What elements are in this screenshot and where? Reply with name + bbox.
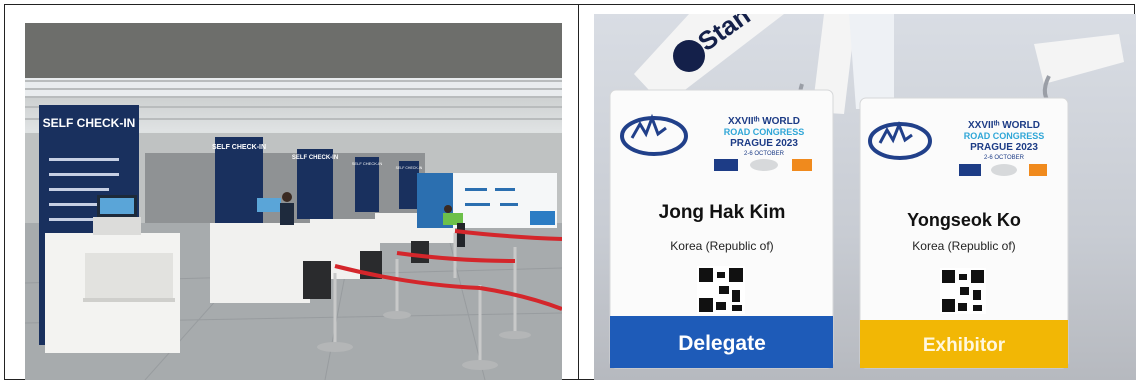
third-sign-title: SELF CHECK-IN	[292, 155, 338, 161]
event-dates: 2-6 OCTOBER	[744, 151, 785, 157]
self-checkin-photo: SELF CHECK-IN SELF CHECK-IN SELF CHECK-I…	[25, 23, 562, 380]
event-title-2-b2: ROAD CONGRESS	[964, 131, 1045, 141]
badge-2-qr-code	[940, 268, 986, 314]
badge-1-qr-code	[697, 266, 745, 314]
badges-scene: Stan XXVIIᵗʰ WORLD ROAD CONGRESS PRAGUE …	[609, 14, 1124, 369]
event-title: XXVIIᵗʰ WORLD	[728, 116, 800, 127]
event-dates-b2: 2-6 OCTOBER	[984, 155, 1025, 161]
event-city-year-b2: PRAGUE 2023	[970, 142, 1038, 153]
badge-1-role: Delegate	[678, 332, 766, 355]
badge-2-country: Korea (Republic of)	[912, 239, 1015, 253]
badge-1-name: Jong Hak Kim	[659, 202, 786, 223]
badge-1-country: Korea (Republic of)	[670, 239, 773, 253]
badge-2-name: Yongseok Ko	[907, 210, 1021, 230]
second-sign-title: SELF CHECK-IN	[212, 144, 266, 151]
event-title-2: ROAD CONGRESS	[724, 127, 805, 137]
event-city-year: PRAGUE 2023	[730, 138, 798, 149]
event-title-b2: XXVIIᵗʰ WORLD	[968, 120, 1040, 131]
self-checkin-scene: SELF CHECK-IN SELF CHECK-IN SELF CHECK-I…	[25, 23, 562, 380]
conference-badges-photo: Stan XXVIIᵗʰ WORLD ROAD CONGRESS PRAGUE …	[594, 14, 1136, 380]
badge-2-role: Exhibitor	[923, 335, 1006, 356]
panel-divider	[578, 4, 579, 380]
main-sign-title: SELF CHECK-IN	[43, 116, 136, 130]
fourth-sign-title: SELF CHECK-IN	[352, 161, 383, 166]
fifth-sign-title: SELF CHECK-IN	[396, 166, 423, 170]
